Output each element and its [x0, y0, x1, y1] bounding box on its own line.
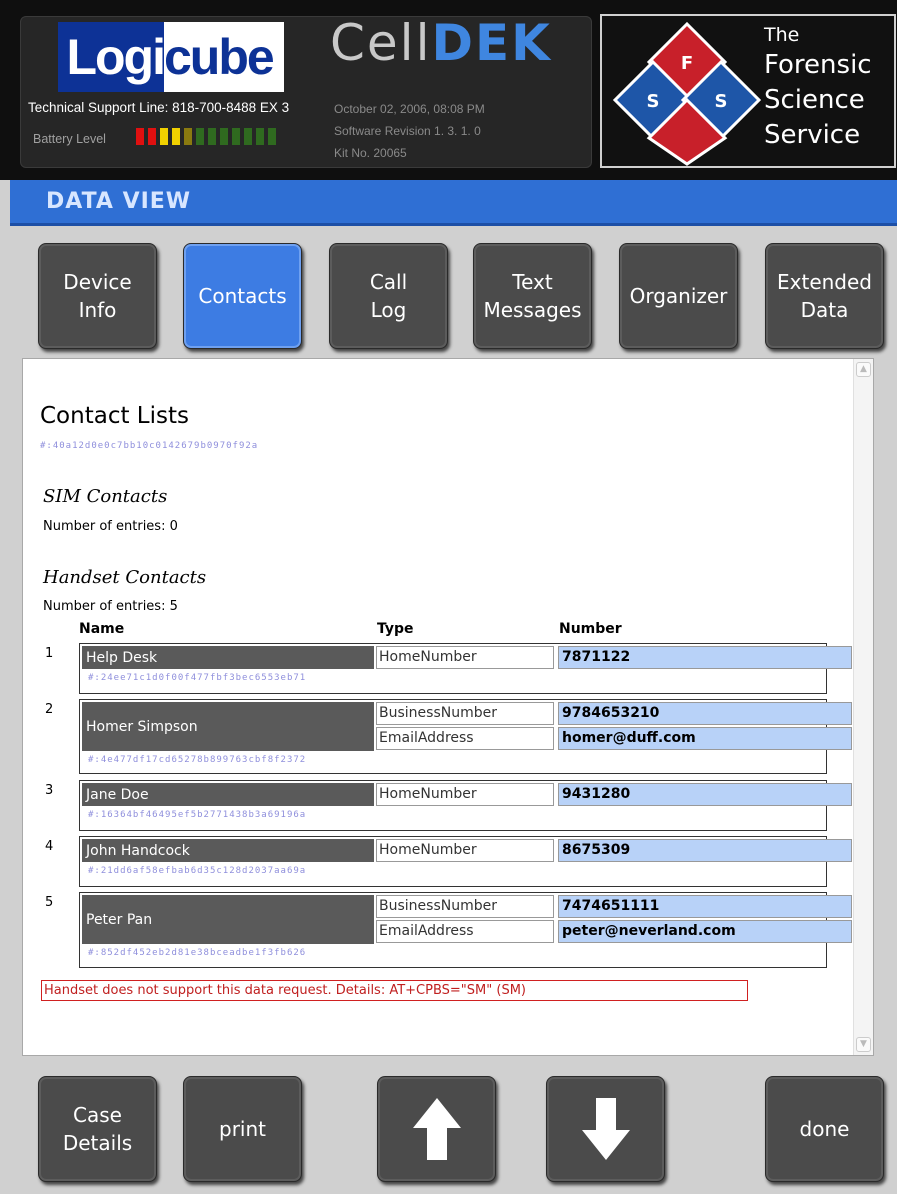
contact-hash: #:852df452eb2d81e38bceadbe1f3fb626 — [88, 948, 307, 958]
battery-segment — [196, 128, 204, 145]
battery-segment — [148, 128, 156, 145]
view-title: DATA VIEW — [46, 189, 192, 214]
contact-hash: #:16364bf46495ef5b2771438b3a69196a — [88, 810, 307, 820]
battery-segment — [172, 128, 180, 145]
title-hash: #:40a12d0e0c7bb10c0142679b0970f92a — [40, 441, 259, 451]
tab-text-messages[interactable]: Text Messages — [473, 243, 592, 349]
handset-contacts-count: Number of entries: 5 — [43, 599, 178, 614]
data-content-panel: Contact Lists #:40a12d0e0c7bb10c0142679b… — [22, 358, 874, 1056]
app-title-light: Cell — [330, 14, 432, 72]
fss-science: Science — [764, 85, 865, 115]
battery-segment — [244, 128, 252, 145]
fss-the: The — [764, 24, 800, 46]
scroll-down-button[interactable] — [546, 1076, 665, 1182]
contact-name: Jane Doe — [82, 783, 374, 806]
contact-type: HomeNumber — [376, 646, 554, 669]
contact-row[interactable]: Homer Simpson BusinessNumber 9784653210 … — [79, 699, 852, 774]
page-title: Contact Lists — [40, 403, 189, 429]
arrow-down-icon — [581, 1098, 630, 1160]
handset-contacts-heading: Handset Contacts — [43, 567, 207, 588]
print-button[interactable]: print — [183, 1076, 302, 1182]
contact-hash: #:24ee71c1d0f00f477fbf3bec6553eb71 — [88, 673, 307, 683]
battery-level-meter — [136, 128, 276, 145]
contact-number: 7871122 — [558, 646, 852, 669]
tab-device-info[interactable]: Device Info — [38, 243, 157, 349]
scroll-up-button[interactable] — [377, 1076, 496, 1182]
sim-contacts-heading: SIM Contacts — [43, 486, 168, 507]
logo-text-part1: Logi — [58, 22, 166, 92]
contact-row[interactable]: Help Desk HomeNumber 7871122 #:24ee71c1d… — [79, 643, 852, 694]
contact-type: HomeNumber — [376, 839, 554, 862]
app-title-bold: DEK — [431, 14, 552, 72]
contact-row[interactable]: John Handcock HomeNumber 8675309 #:21dd6… — [79, 836, 852, 887]
contact-hash: #:21dd6af58efbab6d35c128d2037aa69a — [88, 866, 307, 876]
contact-number: 7474651111 — [558, 895, 852, 918]
tab-call-log[interactable]: Call Log — [329, 243, 448, 349]
contact-type: EmailAddress — [376, 920, 554, 943]
contact-number: homer@duff.com — [558, 727, 852, 750]
battery-segment — [160, 128, 168, 145]
column-header-name: Name — [79, 621, 125, 637]
vertical-scrollbar[interactable]: ▲ ▼ — [853, 359, 873, 1055]
contact-type: HomeNumber — [376, 783, 554, 806]
case-details-button[interactable]: Case Details — [38, 1076, 157, 1182]
scroll-down-icon[interactable]: ▼ — [856, 1037, 871, 1052]
datetime: October 02, 2006, 08:08 PM — [334, 102, 485, 116]
contact-row[interactable]: Jane Doe HomeNumber 9431280 #:16364bf464… — [79, 780, 852, 831]
fss-name: The Forensic Science Service — [764, 22, 872, 153]
column-header-number: Number — [559, 621, 622, 637]
battery-segment — [268, 128, 276, 145]
contact-number: peter@neverland.com — [558, 920, 852, 943]
contact-name: Peter Pan — [82, 895, 374, 944]
kit-number: Kit No. 20065 — [334, 146, 407, 160]
contact-type: BusinessNumber — [376, 895, 554, 918]
battery-segment — [220, 128, 228, 145]
contact-row[interactable]: Peter Pan BusinessNumber 7474651111 Emai… — [79, 892, 852, 968]
contact-number: 8675309 — [558, 839, 852, 862]
column-header-type: Type — [377, 621, 414, 637]
logo-text-part2: cube — [164, 29, 275, 85]
battery-segment — [256, 128, 264, 145]
contact-name: John Handcock — [82, 839, 374, 862]
header: Logi cube Technical Support Line: 818-70… — [0, 0, 897, 180]
fss-letter-s1: S — [647, 91, 660, 112]
contact-index: 3 — [45, 783, 54, 798]
contact-name: Help Desk — [82, 646, 374, 669]
battery-segment — [232, 128, 240, 145]
fss-service: Service — [764, 120, 861, 150]
contact-number: 9431280 — [558, 783, 852, 806]
support-line: Technical Support Line: 818-700-8488 EX … — [28, 100, 290, 115]
fss-letter-f: F — [681, 53, 693, 74]
app-title: CellDEK — [330, 14, 552, 72]
software-revision: Software Revision 1. 3. 1. 0 — [334, 124, 481, 138]
battery-label: Battery Level — [33, 132, 106, 146]
scroll-up-icon[interactable]: ▲ — [856, 362, 871, 377]
battery-segment — [184, 128, 192, 145]
view-title-bar: DATA VIEW — [10, 180, 897, 226]
fss-forensic: Forensic — [764, 50, 872, 80]
contact-index: 5 — [45, 895, 54, 910]
tab-contacts[interactable]: Contacts — [183, 243, 302, 349]
battery-segment — [208, 128, 216, 145]
battery-segment — [136, 128, 144, 145]
arrow-up-icon — [412, 1098, 461, 1160]
logicube-logo: Logi cube — [58, 22, 284, 92]
fss-diamond-logo: F S S — [612, 21, 762, 166]
sim-contacts-count: Number of entries: 0 — [43, 519, 178, 534]
contact-type: BusinessNumber — [376, 702, 554, 725]
tab-extended-data[interactable]: Extended Data — [765, 243, 884, 349]
fss-logo-panel: F S S The Forensic Science Service — [600, 14, 896, 168]
contact-index: 1 — [45, 646, 54, 661]
contact-type: EmailAddress — [376, 727, 554, 750]
done-button[interactable]: done — [765, 1076, 884, 1182]
error-message: Handset does not support this data reque… — [41, 980, 748, 1001]
contact-index: 2 — [45, 702, 54, 717]
contact-index: 4 — [45, 839, 54, 854]
contact-hash: #:4e477df17cd65278b899763cbf8f2372 — [88, 755, 307, 765]
contact-name: Homer Simpson — [82, 702, 374, 751]
contact-number: 9784653210 — [558, 702, 852, 725]
tab-organizer[interactable]: Organizer — [619, 243, 738, 349]
fss-letter-s2: S — [715, 91, 728, 112]
